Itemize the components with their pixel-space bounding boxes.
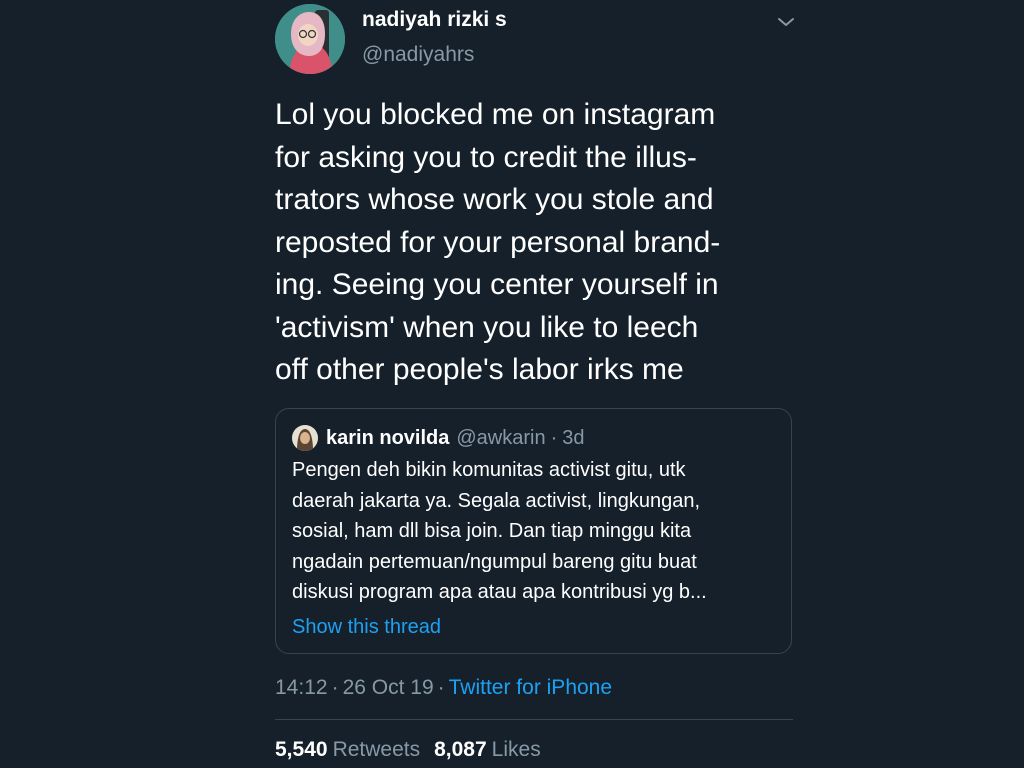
retweets-label: Retweets — [332, 738, 421, 761]
author-handle[interactable]: @nadiyahrs — [362, 43, 474, 67]
author-display-name[interactable]: nadiyah rizki s — [362, 8, 507, 32]
quoted-tweet-card[interactable]: karin novilda @awkarin · 3d Pengen deh b… — [275, 408, 792, 654]
meta-separator: · — [331, 676, 339, 699]
tweet-text: Lol you blocked me on instagram for aski… — [275, 94, 795, 392]
retweets-count: 5,540 — [275, 738, 328, 761]
show-thread-link[interactable]: Show this thread — [292, 616, 441, 639]
tweet-text-line: off other people's labor irks me — [275, 353, 684, 386]
quoted-tweet-header: karin novilda @awkarin · 3d — [292, 425, 585, 451]
author-avatar-image — [275, 4, 345, 74]
tweet-meta: 14:12 · 26 Oct 19 · Twitter for iPhone — [275, 676, 612, 700]
tweet-detail-page: nadiyah rizki s @nadiyahrs Lol you block… — [0, 0, 1024, 768]
tweet-time: 14:12 — [275, 676, 328, 699]
quoted-text-line: daerah jakarta ya. Segala activist, ling… — [292, 489, 701, 512]
quoted-author-avatar-image — [292, 425, 318, 451]
quoted-separator: · — [550, 426, 558, 449]
quoted-author-display-name: karin novilda — [326, 426, 450, 449]
quoted-text-line: Pengen deh bikin komunitas activist gitu… — [292, 459, 686, 481]
meta-separator: · — [437, 676, 445, 699]
quoted-text-line: ngadain pertemuan/ngumpul bareng gitu bu… — [292, 550, 697, 573]
quoted-timestamp: 3d — [562, 426, 585, 449]
quoted-text-line: diskusi program apa atau apa kontribusi … — [292, 581, 707, 603]
chevron-down-icon — [778, 18, 794, 26]
tweet-date: 26 Oct 19 — [342, 676, 434, 699]
quoted-text-line: sosial, ham dll bisa join. Dan tiap ming… — [292, 520, 692, 542]
tweet-stats: 5,540 Retweets 8,087 Likes — [275, 738, 541, 762]
tweet-text-line: Lol you blocked me on instagram — [275, 98, 716, 131]
retweets-stat[interactable]: 5,540 Retweets — [275, 738, 420, 762]
tweet-text-line: trators whose work you stole and — [275, 183, 714, 216]
tweet-text-line: ing. Seeing you center yourself in — [275, 268, 719, 301]
more-options-button[interactable] — [772, 8, 800, 36]
quoted-author-handle: @awkarin — [456, 426, 546, 449]
likes-count: 8,087 — [434, 738, 487, 761]
quoted-tweet-text: Pengen deh bikin komunitas activist gitu… — [292, 455, 782, 608]
likes-stat[interactable]: 8,087 Likes — [434, 738, 541, 762]
divider — [275, 719, 793, 720]
tweet-text-line: reposted for your personal brand- — [275, 225, 721, 259]
likes-label: Likes — [491, 738, 541, 761]
quoted-author-avatar — [292, 425, 318, 451]
author-avatar[interactable] — [275, 4, 345, 74]
tweet-text-line: 'activism' when you like to leech — [275, 310, 699, 344]
tweet-source-link[interactable]: Twitter for iPhone — [449, 676, 612, 699]
tweet-text-line: for asking you to credit the illus- — [275, 140, 697, 174]
